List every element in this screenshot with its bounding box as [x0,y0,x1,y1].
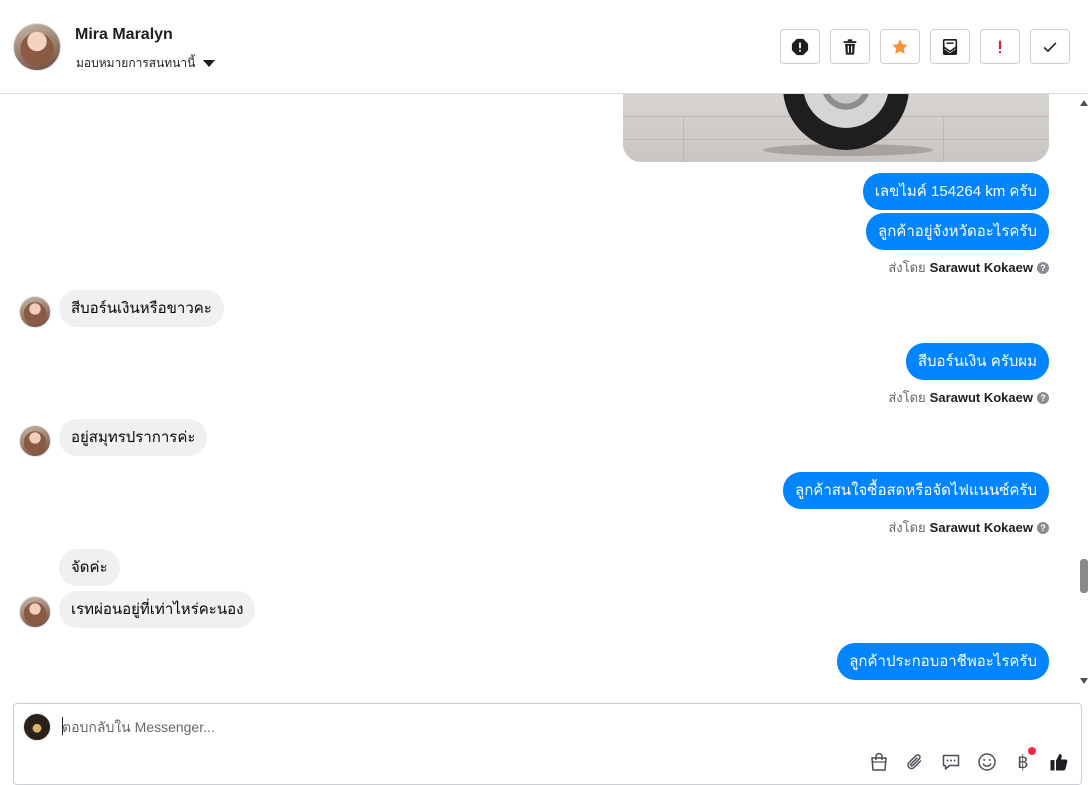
floor-tile-seam [943,116,944,162]
message-thread[interactable]: เลขไมค์ 154264 km ครับ ลูกค้าอยู่จังหวัด… [0,94,1088,690]
assign-label: มอบหมายการสนทนานี้ [76,56,196,70]
outgoing-message[interactable]: ลูกค้าอยู่จังหวัดอะไรครับ [866,213,1049,250]
mark-important-button[interactable] [980,29,1020,64]
scroll-up-arrow-icon[interactable] [1080,100,1088,106]
archive-icon [942,38,958,55]
star-button[interactable] [880,29,920,64]
archive-button[interactable] [930,29,970,64]
sent-by-prefix: ส่งโดย [888,520,926,535]
attach-button[interactable] [903,750,927,774]
outgoing-message[interactable]: ลูกค้าประกอบอาชีพอะไรครับ [837,643,1049,680]
baht-icon: ฿ [1017,751,1029,772]
payment-button[interactable]: ฿ [1011,747,1036,774]
help-icon[interactable]: ? [1037,261,1049,274]
conversation-header: Mira Maralyn มอบหมายการสนทนานี้ [0,0,1088,94]
emoji-button[interactable] [975,750,999,774]
contact-avatar-small [19,596,51,628]
emoji-icon [978,753,996,771]
contact-name[interactable]: Mira Maralyn [75,26,173,44]
help-icon[interactable]: ? [1037,521,1049,534]
floor-tile-seam [683,116,684,162]
contact-avatar-small [19,296,51,328]
scroll-thumb[interactable] [1080,559,1088,593]
saved-reply-button[interactable] [939,750,963,774]
mark-done-button[interactable] [1030,29,1070,64]
sent-by-prefix: ส่งโดย [888,260,926,275]
paperclip-icon [907,754,922,770]
sender-name[interactable]: Sarawut Kokaew [930,260,1033,275]
incoming-message[interactable]: สีบอร์นเงินหรือขาวคะ [59,290,224,327]
incoming-message[interactable]: จัดค่ะ [59,549,120,586]
sent-by-label: ส่งโดย Sarawut Kokaew ? [888,257,1049,278]
saved-reply-icon [942,754,960,770]
reply-composer: ฿ [13,703,1082,785]
caret-down-icon [203,60,216,67]
reply-input[interactable] [62,716,962,738]
incoming-message[interactable]: เรทผ่อนอยู่ที่เท่าไหร่คะนอง [59,591,256,628]
thread-scrollbar[interactable] [1080,94,1088,690]
page-avatar [23,713,51,741]
sent-by-label: ส่งโดย Sarawut Kokaew ? [888,387,1049,408]
contact-avatar-small [19,425,51,457]
sender-name[interactable]: Sarawut Kokaew [930,390,1033,405]
star-icon [892,38,908,54]
sender-name[interactable]: Sarawut Kokaew [930,520,1033,535]
composer-tools: ฿ [867,747,1071,774]
shopping-bag-button[interactable] [867,750,891,774]
conversation-toolbar [780,29,1070,64]
outgoing-message[interactable]: เลขไมค์ 154264 km ครับ [862,173,1049,210]
delete-button[interactable] [830,29,870,64]
report-button[interactable] [780,29,820,64]
contact-avatar[interactable] [13,23,61,71]
like-button[interactable] [1047,750,1071,774]
car-photo-attachment[interactable] [623,94,1049,162]
outgoing-message[interactable]: สีบอร์นเงิน ครับผม [905,343,1049,380]
report-spam-icon [791,38,809,55]
assign-conversation-dropdown[interactable]: มอบหมายการสนทนานี้ [76,54,216,73]
sent-by-label: ส่งโดย Sarawut Kokaew ? [888,517,1049,538]
check-icon [1043,41,1057,52]
notification-dot [1028,747,1036,755]
outgoing-message[interactable]: ลูกค้าสนใจซื้อสดหรือจัดไฟแนนซ์ครับ [783,472,1049,509]
incoming-message[interactable]: อยู่สมุทรปราการค่ะ [59,419,208,456]
shopping-bag-icon [871,752,887,771]
important-icon [998,40,1002,53]
thumbs-up-icon [1050,754,1068,771]
help-icon[interactable]: ? [1037,391,1049,404]
trash-icon [843,38,857,55]
scroll-down-arrow-icon[interactable] [1080,678,1088,684]
sent-by-prefix: ส่งโดย [888,390,926,405]
